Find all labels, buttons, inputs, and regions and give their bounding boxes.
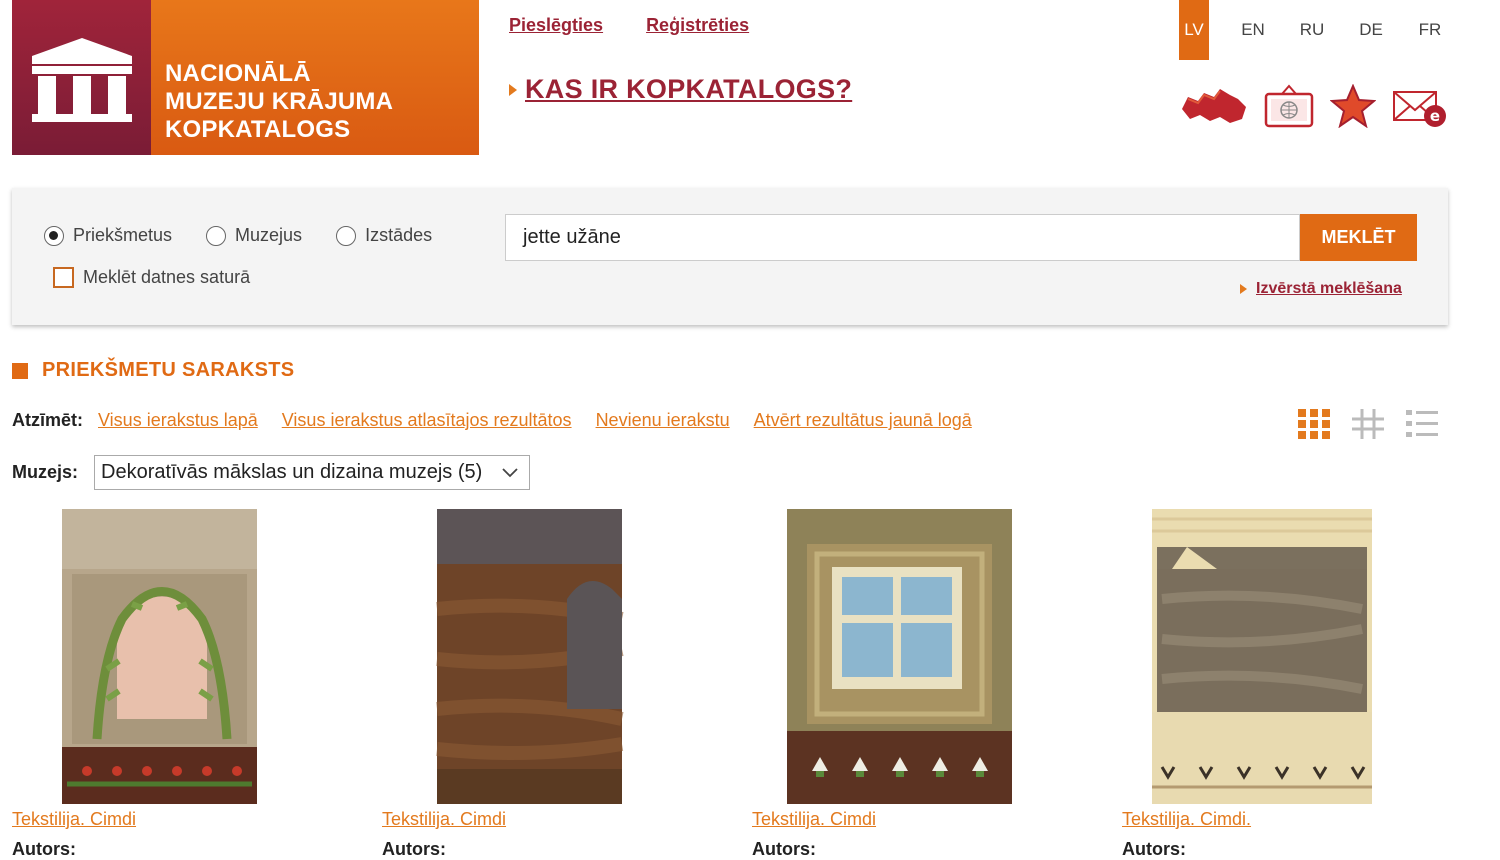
radio-objects-label: Priekšmetus bbox=[73, 225, 173, 245]
museum-building-icon bbox=[12, 0, 151, 155]
result-title-link[interactable]: Tekstilija. Cimdi bbox=[752, 809, 1122, 830]
search-input-value: jette užāne bbox=[523, 226, 621, 248]
radio-exhibitions[interactable]: Izstādes bbox=[336, 225, 432, 246]
museum-filter: Muzejs: Dekoratīvās mākslas un dizaina m… bbox=[12, 455, 531, 490]
radio-button[interactable] bbox=[206, 225, 227, 246]
radio-button[interactable] bbox=[336, 225, 357, 246]
radio-museums-label: Muzejus bbox=[235, 225, 303, 245]
open-new-window-link[interactable]: Atvērt rezultātus jaunā logā bbox=[754, 410, 972, 431]
logo-line-1: NACIONĀLĀ bbox=[165, 60, 311, 87]
mark-options: Atzīmēt: Visus ierakstus lapā Visus iera… bbox=[12, 410, 996, 431]
search-file-content-label: Meklēt datnes saturā bbox=[83, 267, 251, 287]
result-author-label: Autors: bbox=[382, 839, 446, 859]
mark-label: Atzīmēt: bbox=[12, 410, 83, 430]
lang-lv[interactable]: LV bbox=[1179, 0, 1209, 60]
chevron-down-icon bbox=[502, 467, 518, 477]
radio-button[interactable] bbox=[44, 225, 64, 246]
language-switcher: LV EN RU DE FR bbox=[1179, 0, 1474, 60]
radio-objects[interactable]: Priekšmetus bbox=[44, 225, 172, 246]
email-icon[interactable]: e bbox=[1392, 82, 1448, 130]
header-tools: e bbox=[1180, 82, 1464, 130]
result-title-link[interactable]: Tekstilija. Cimdi. bbox=[1122, 809, 1492, 830]
results-heading: PRIEKŠMETU SARAKSTS bbox=[12, 359, 294, 382]
advanced-search-link[interactable]: Izvērstā meklēšana bbox=[1256, 280, 1402, 298]
result-card: Tekstilija. Cimdi. Autors: bbox=[1122, 509, 1492, 860]
search-file-content-checkbox[interactable] bbox=[53, 267, 74, 288]
radio-museums[interactable]: Muzejus bbox=[206, 225, 302, 246]
table-view-icon[interactable] bbox=[1351, 408, 1385, 445]
result-title-link[interactable]: Tekstilija. Cimdi bbox=[382, 809, 752, 830]
result-author-label: Autors: bbox=[1122, 839, 1186, 859]
result-image[interactable] bbox=[382, 509, 676, 804]
site-logo[interactable]: NACIONĀLĀ MUZEJU KRĀJUMA KOPKATALOGS bbox=[12, 0, 479, 155]
result-author-label: Autors: bbox=[12, 839, 76, 859]
result-card: Tekstilija. Cimdi Autors: bbox=[12, 509, 382, 860]
museum-label: Muzejs: bbox=[12, 462, 79, 482]
logo-line-3: KOPKATALOGS bbox=[165, 116, 351, 143]
result-image[interactable] bbox=[1122, 509, 1416, 804]
arrow-right-icon bbox=[509, 83, 517, 96]
result-author-label: Autors: bbox=[752, 839, 816, 859]
login-link[interactable]: Pieslēgties bbox=[509, 15, 603, 36]
about-catalog-link[interactable]: KAS IR KOPKATALOGS? bbox=[525, 74, 852, 105]
lang-ru[interactable]: RU bbox=[1297, 0, 1327, 60]
mark-all-on-page-link[interactable]: Visus ierakstus lapā bbox=[98, 410, 258, 431]
museum-select[interactable]: Dekoratīvās mākslas un dizaina muzejs (5… bbox=[94, 455, 531, 490]
mark-none-link[interactable]: Nevienu ierakstu bbox=[596, 410, 730, 431]
radio-exhibitions-label: Izstādes bbox=[365, 225, 433, 245]
logo-line-2: MUZEJU KRĀJUMA bbox=[165, 88, 394, 115]
result-image[interactable] bbox=[752, 509, 1046, 804]
auth-links: Pieslēgties Reģistrēties bbox=[509, 15, 749, 36]
lang-en[interactable]: EN bbox=[1238, 0, 1268, 60]
logo-text: NACIONĀLĀ MUZEJU KRĀJUMA KOPKATALOGS bbox=[151, 0, 479, 155]
grid-view-icon[interactable] bbox=[1297, 408, 1331, 445]
about-catalog: KAS IR KOPKATALOGS? bbox=[509, 74, 852, 105]
square-bullet-icon bbox=[12, 362, 28, 379]
search-type-options: Priekšmetus Muzejus Izstādes bbox=[44, 225, 432, 246]
results-title: PRIEKŠMETU SARAKSTS bbox=[42, 359, 295, 381]
latvia-map-icon[interactable] bbox=[1180, 85, 1248, 127]
results-grid: Tekstilija. Cimdi Autors: Tekstilija. Ci… bbox=[12, 509, 1492, 860]
result-image[interactable] bbox=[12, 509, 306, 804]
arrow-right-icon bbox=[1240, 284, 1247, 294]
advanced-search: Izvērstā meklēšana bbox=[1240, 280, 1402, 298]
lang-fr[interactable]: FR bbox=[1415, 0, 1445, 60]
result-title-link[interactable]: Tekstilija. Cimdi bbox=[12, 809, 382, 830]
svg-text:e: e bbox=[1430, 107, 1440, 125]
result-card: Tekstilija. Cimdi Autors: bbox=[382, 509, 752, 860]
register-link[interactable]: Reģistrēties bbox=[646, 15, 749, 36]
search-file-content-option[interactable]: Meklēt datnes saturā bbox=[53, 267, 250, 288]
lang-de[interactable]: DE bbox=[1356, 0, 1386, 60]
mark-all-selected-link[interactable]: Visus ierakstus atlasītajos rezultātos bbox=[282, 410, 572, 431]
exhibition-globe-icon[interactable] bbox=[1264, 84, 1314, 128]
search-input[interactable]: jette užāne bbox=[505, 214, 1300, 261]
museum-select-value: Dekoratīvās mākslas un dizaina muzejs (5… bbox=[101, 461, 483, 483]
search-button[interactable]: MEKLĒT bbox=[1300, 214, 1417, 261]
view-mode-switcher bbox=[1297, 408, 1439, 445]
result-card: Tekstilija. Cimdi Autors: bbox=[752, 509, 1122, 860]
search-panel: Priekšmetus Muzejus Izstādes Meklēt datn… bbox=[12, 188, 1448, 325]
list-view-icon[interactable] bbox=[1405, 408, 1439, 445]
favorite-star-icon[interactable] bbox=[1330, 84, 1376, 128]
